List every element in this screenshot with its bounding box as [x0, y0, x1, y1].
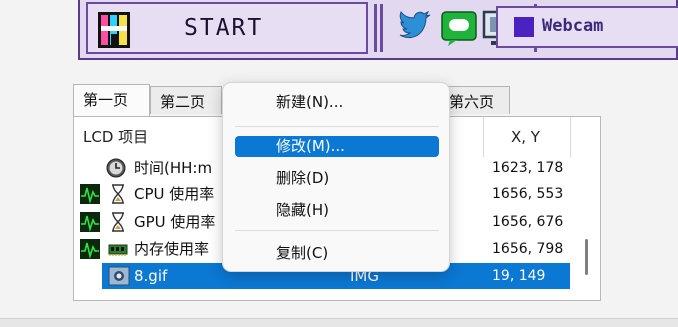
- chat-bubble-icon[interactable]: [440, 9, 478, 47]
- webcam-button[interactable]: Webcam: [496, 6, 678, 48]
- item-xy: 1656, 676: [492, 214, 564, 230]
- activity-graph-icon: [80, 239, 100, 259]
- menu-separator: [235, 230, 439, 231]
- item-xy: 1656, 798: [492, 241, 564, 257]
- start-button[interactable]: START: [86, 2, 368, 54]
- webcam-color-swatch: [514, 17, 534, 37]
- column-divider[interactable]: [570, 117, 571, 157]
- pixel-logo-icon: [98, 12, 130, 48]
- hourglass-icon: [112, 212, 125, 232]
- icon-cell: [80, 212, 125, 232]
- activity-graph-icon: [80, 212, 100, 232]
- image-file-icon: [108, 266, 130, 286]
- start-label: START: [184, 15, 264, 41]
- item-xy: 1656, 553: [492, 186, 564, 202]
- top-toolbar: START Webcam: [78, 0, 678, 60]
- activity-graph-icon: [80, 184, 100, 204]
- menu-item-copy[interactable]: 复制(C): [235, 243, 439, 264]
- memory-chip-icon: [108, 244, 128, 256]
- vertical-scrollbar-thumb[interactable]: [585, 239, 588, 275]
- tab-label: 第六页: [449, 93, 495, 111]
- icon-cell: [106, 158, 126, 178]
- twitter-bird-icon[interactable]: [396, 9, 434, 47]
- toolbar-divider: [374, 4, 377, 52]
- icon-cell: [80, 184, 125, 204]
- menu-item-modify[interactable]: 修改(M)...: [235, 136, 439, 157]
- column-divider[interactable]: [483, 117, 484, 157]
- icon-cell: [108, 266, 130, 286]
- column-header-xy[interactable]: X, Y: [502, 117, 572, 157]
- tab-label: 第二页: [160, 93, 206, 111]
- menu-item-delete[interactable]: 删除(D): [235, 168, 439, 189]
- tab-page-2[interactable]: 第二页: [150, 86, 222, 114]
- toolbar-divider: [380, 4, 383, 52]
- item-xy: 19, 149: [492, 268, 546, 284]
- menu-separator: [235, 126, 439, 127]
- hourglass-icon: [112, 184, 125, 204]
- tab-page-6[interactable]: 第六页: [442, 86, 510, 114]
- tab-page-1[interactable]: 第一页: [73, 84, 150, 116]
- item-xy: 1623, 178: [492, 160, 564, 176]
- menu-item-new[interactable]: 新建(N)...: [235, 92, 439, 113]
- context-menu: 新建(N)... 修改(M)... 删除(D) 隐藏(H) 复制(C): [222, 82, 450, 272]
- menu-item-hide[interactable]: 隐藏(H): [235, 200, 439, 221]
- clock-icon: [106, 158, 126, 178]
- icon-cell: [80, 239, 128, 259]
- webcam-label: Webcam: [542, 16, 604, 36]
- tab-label: 第一页: [83, 91, 129, 109]
